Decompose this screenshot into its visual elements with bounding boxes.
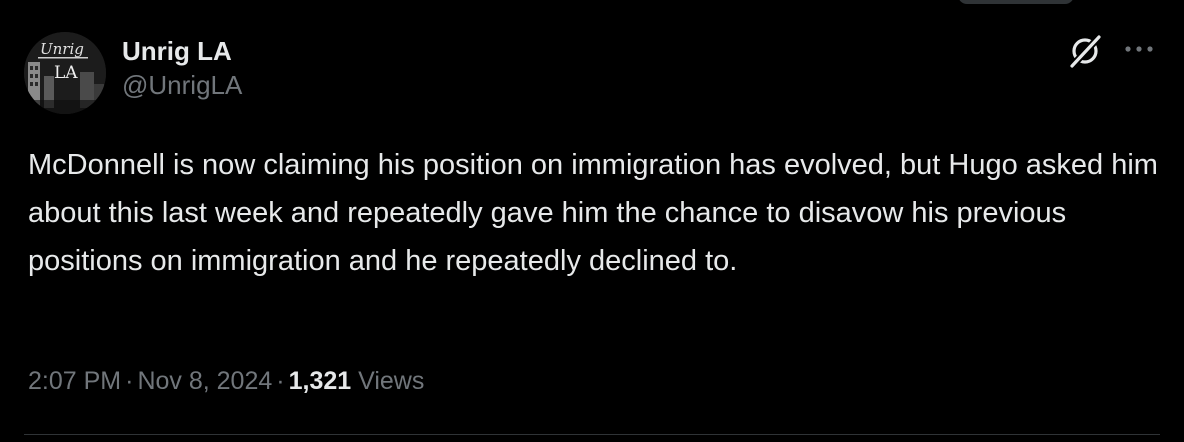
grok-icon[interactable] [1066,32,1104,70]
avatar-image: Unrig LA [24,32,106,114]
views-count[interactable]: 1,321 [289,367,352,395]
tweet-text: McDonnell is now claiming his position o… [28,149,1158,277]
author-display-name[interactable]: Unrig LA [122,36,242,66]
author-handle[interactable]: @UnrigLA [122,70,242,100]
tweet-time[interactable]: 2:07 PM [28,367,121,395]
meta-separator: · [276,367,285,395]
divider [24,434,1160,435]
author-block: Unrig LA @UnrigLA [122,36,242,100]
views-label[interactable]: Views [358,367,424,395]
meta-separator: · [125,367,134,395]
avatar-logo-sub: LA [54,63,78,83]
avatar[interactable]: Unrig LA [24,32,106,114]
more-horizontal-icon[interactable] [1122,36,1156,64]
top-pill-button[interactable] [958,0,1074,4]
tweet-date[interactable]: Nov 8, 2024 [137,367,272,395]
avatar-logo-text: Unrig [40,40,84,58]
tweet-meta: 2:07 PM · Nov 8, 2024 · 1,321 Views [28,364,424,398]
